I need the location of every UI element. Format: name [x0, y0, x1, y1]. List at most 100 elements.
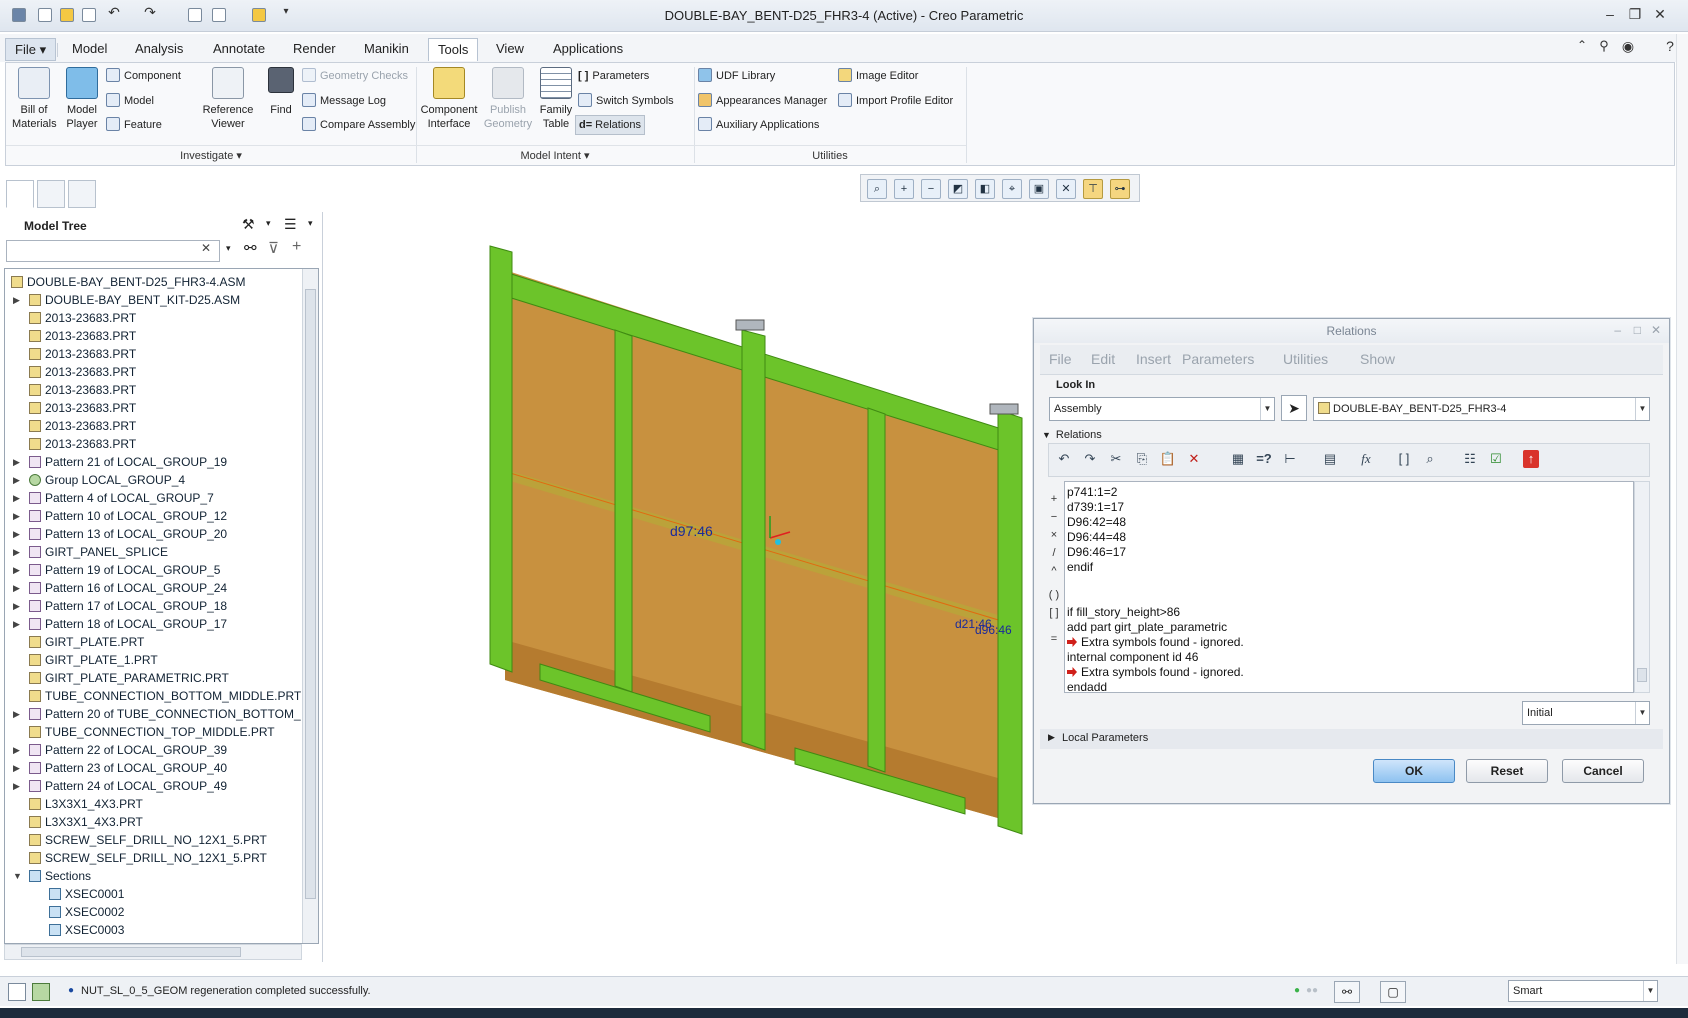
tree-item[interactable]: 2013-23683.PRT — [5, 435, 301, 453]
compare-assembly-button[interactable]: Compare Assembly — [302, 116, 415, 136]
tree-item[interactable]: ▶ Pattern 19 of LOCAL_GROUP_5 — [5, 561, 301, 579]
geometry-checks-button[interactable]: Geometry Checks — [302, 67, 408, 87]
expand-icon[interactable]: ▶ — [13, 615, 20, 633]
tab-render[interactable]: Render — [284, 38, 345, 61]
expand-icon[interactable]: ▶ — [13, 759, 20, 777]
dialog-maximize-icon[interactable]: □ — [1634, 323, 1641, 337]
bill-of-materials-button[interactable]: Bill of Materials — [12, 67, 57, 131]
tree-scroll-thumb[interactable] — [305, 289, 316, 899]
component-interface-button[interactable]: Component Interface — [420, 67, 478, 131]
editor-scroll-thumb[interactable] — [1637, 668, 1647, 682]
expand-icon[interactable]: ▶ — [13, 507, 20, 525]
tree-settings-chevron-icon[interactable]: ▾ — [266, 218, 271, 229]
folder-browser-tab-icon[interactable] — [37, 180, 65, 208]
relations-mode-select[interactable]: Initial ▼ — [1522, 701, 1650, 725]
tree-item[interactable]: ▶ Pattern 16 of LOCAL_GROUP_24 — [5, 579, 301, 597]
find-binoculars-icon[interactable]: ⚯ — [244, 239, 257, 257]
reference-viewer-button[interactable]: Reference Viewer — [196, 67, 260, 131]
tree-item[interactable]: ▶ Pattern 24 of LOCAL_GROUP_49 — [5, 777, 301, 795]
expand-icon[interactable]: ▶ — [13, 471, 20, 489]
component-button[interactable]: Component — [106, 67, 181, 87]
annotation-display-icon[interactable]: ⊤ — [1083, 179, 1103, 199]
expand-icon[interactable]: ▶ — [13, 543, 20, 561]
tree-item[interactable]: ▶ Group LOCAL_GROUP_4 — [5, 471, 301, 489]
tree-item[interactable]: ▶ Pattern 18 of LOCAL_GROUP_17 — [5, 615, 301, 633]
tab-tools[interactable]: Tools — [428, 38, 479, 61]
cancel-button[interactable]: Cancel — [1562, 759, 1644, 783]
tree-item[interactable]: ▶ Pattern 21 of LOCAL_GROUP_19 — [5, 453, 301, 471]
favorites-tab-icon[interactable] — [68, 180, 96, 208]
tree-item[interactable]: ▶ Pattern 23 of LOCAL_GROUP_40 — [5, 759, 301, 777]
tree-item[interactable]: L3X3X1_4X3.PRT — [5, 795, 301, 813]
look-in-model-select[interactable]: DOUBLE-BAY_BENT-D25_FHR3-4 ▼ — [1313, 397, 1650, 421]
search-icon[interactable]: ⚲ — [1594, 38, 1614, 54]
select-model-pointer-icon[interactable]: ➤ — [1281, 395, 1307, 421]
tree-item[interactable]: SCREW_SELF_DRILL_NO_12X1_5.PRT — [5, 831, 301, 849]
expand-icon[interactable]: ▶ — [13, 453, 20, 471]
tree-item[interactable]: GIRT_PLATE_1.PRT — [5, 651, 301, 669]
expand-icon[interactable]: ▶ — [13, 741, 20, 759]
insert-function-icon[interactable]: fx — [1355, 448, 1377, 470]
insert-parens-icon[interactable]: ( ) — [1046, 587, 1062, 603]
tab-annotate[interactable]: Annotate — [204, 38, 274, 61]
tree-item[interactable]: 2013-23683.PRT — [5, 345, 301, 363]
clear-search-icon[interactable]: ✕ — [201, 241, 211, 255]
selection-filter-select[interactable]: Smart ▼ — [1508, 980, 1658, 1002]
feature-button[interactable]: Feature — [106, 116, 162, 136]
relations-button[interactable]: d= Relations — [575, 115, 646, 135]
tree-item[interactable]: ▶ Pattern 17 of LOCAL_GROUP_18 — [5, 597, 301, 615]
insert-parameter-icon[interactable]: [ ] — [1393, 448, 1415, 470]
tree-filter-icon[interactable]: ⊽ — [268, 239, 279, 257]
menu-show[interactable]: Show — [1360, 351, 1395, 367]
spin-center-icon[interactable]: ⊶ — [1110, 179, 1130, 199]
verify-icon[interactable]: ☑ — [1485, 448, 1507, 470]
switch-dimensions-icon[interactable]: ▦ — [1227, 448, 1249, 470]
insert-power-icon[interactable]: ^ — [1046, 563, 1062, 579]
saved-orientations-icon[interactable]: ⌖ — [1002, 179, 1022, 199]
import-profile-editor-button[interactable]: Import Profile Editor — [838, 92, 953, 112]
family-table-button[interactable]: Family Table — [536, 67, 576, 131]
tree-item[interactable]: XSEC0001 — [5, 885, 301, 903]
expand-icon[interactable]: ▶ — [13, 561, 20, 579]
tab-view[interactable]: View — [487, 38, 533, 61]
tree-item[interactable]: 2013-23683.PRT — [5, 309, 301, 327]
menu-file[interactable]: File — [1049, 351, 1072, 367]
expand-icon[interactable]: ▶ — [13, 705, 20, 723]
menu-parameters[interactable]: Parameters — [1182, 351, 1254, 367]
tree-item[interactable]: GIRT_PLATE_PARAMETRIC.PRT — [5, 669, 301, 687]
show-columns-icon[interactable]: ☰ — [284, 216, 297, 233]
datum-display-icon[interactable]: ✕ — [1056, 179, 1076, 199]
tab-analysis[interactable]: Analysis — [126, 38, 192, 61]
auxiliary-applications-button[interactable]: Auxiliary Applications — [698, 116, 819, 136]
tree-item[interactable]: ▶ Pattern 13 of LOCAL_GROUP_20 — [5, 525, 301, 543]
display-dims-icon[interactable]: ▤ — [1319, 448, 1341, 470]
model-intent-group-label[interactable]: Model Intent ▾ — [416, 145, 694, 165]
insert-multiply-icon[interactable]: × — [1046, 527, 1062, 543]
tab-file[interactable]: File ▾ — [5, 38, 57, 61]
tab-manikin[interactable]: Manikin — [355, 38, 418, 61]
dialog-minimize-icon[interactable]: – — [1614, 323, 1621, 337]
tree-item[interactable]: ▶ Pattern 10 of LOCAL_GROUP_12 — [5, 507, 301, 525]
model-tree[interactable]: DOUBLE-BAY_BENT-D25_FHR3-4.ASM ▶ DOUBLE-BA… — [4, 268, 319, 944]
collapse-icon[interactable]: ▼ — [13, 867, 22, 885]
expand-icon[interactable]: ▶ — [13, 597, 20, 615]
insert-divide-icon[interactable]: / — [1046, 545, 1062, 561]
menu-insert[interactable]: Insert — [1136, 351, 1171, 367]
model-tree-tab-icon[interactable] — [6, 180, 34, 208]
dimension-label-d96[interactable]: d96:46 — [975, 623, 1012, 637]
refit-icon[interactable]: ⌕ — [867, 179, 887, 199]
udf-library-button[interactable]: UDF Library — [698, 67, 775, 87]
tree-item[interactable]: ▶ Pattern 22 of LOCAL_GROUP_39 — [5, 741, 301, 759]
ok-button[interactable]: OK — [1373, 759, 1455, 783]
paste-icon[interactable]: 📋 — [1157, 448, 1179, 470]
execute-icon[interactable]: ↑ — [1523, 450, 1539, 468]
expand-icon[interactable]: ▶ — [13, 525, 20, 543]
tree-item[interactable]: ▼ Sections — [5, 867, 301, 885]
dimension-label-d97[interactable]: d97:46 — [670, 523, 713, 539]
undo-icon[interactable]: ↶ — [1053, 448, 1075, 470]
unit-sensitive-icon[interactable]: ⌕ — [1419, 448, 1441, 470]
tree-item[interactable]: 2013-23683.PRT — [5, 363, 301, 381]
tree-item[interactable]: ▶ Pattern 4 of LOCAL_GROUP_7 — [5, 489, 301, 507]
cut-icon[interactable]: ✂ — [1105, 448, 1127, 470]
tree-item[interactable]: ▶ DOUBLE-BAY_BENT_KIT-D25.ASM — [5, 291, 301, 309]
